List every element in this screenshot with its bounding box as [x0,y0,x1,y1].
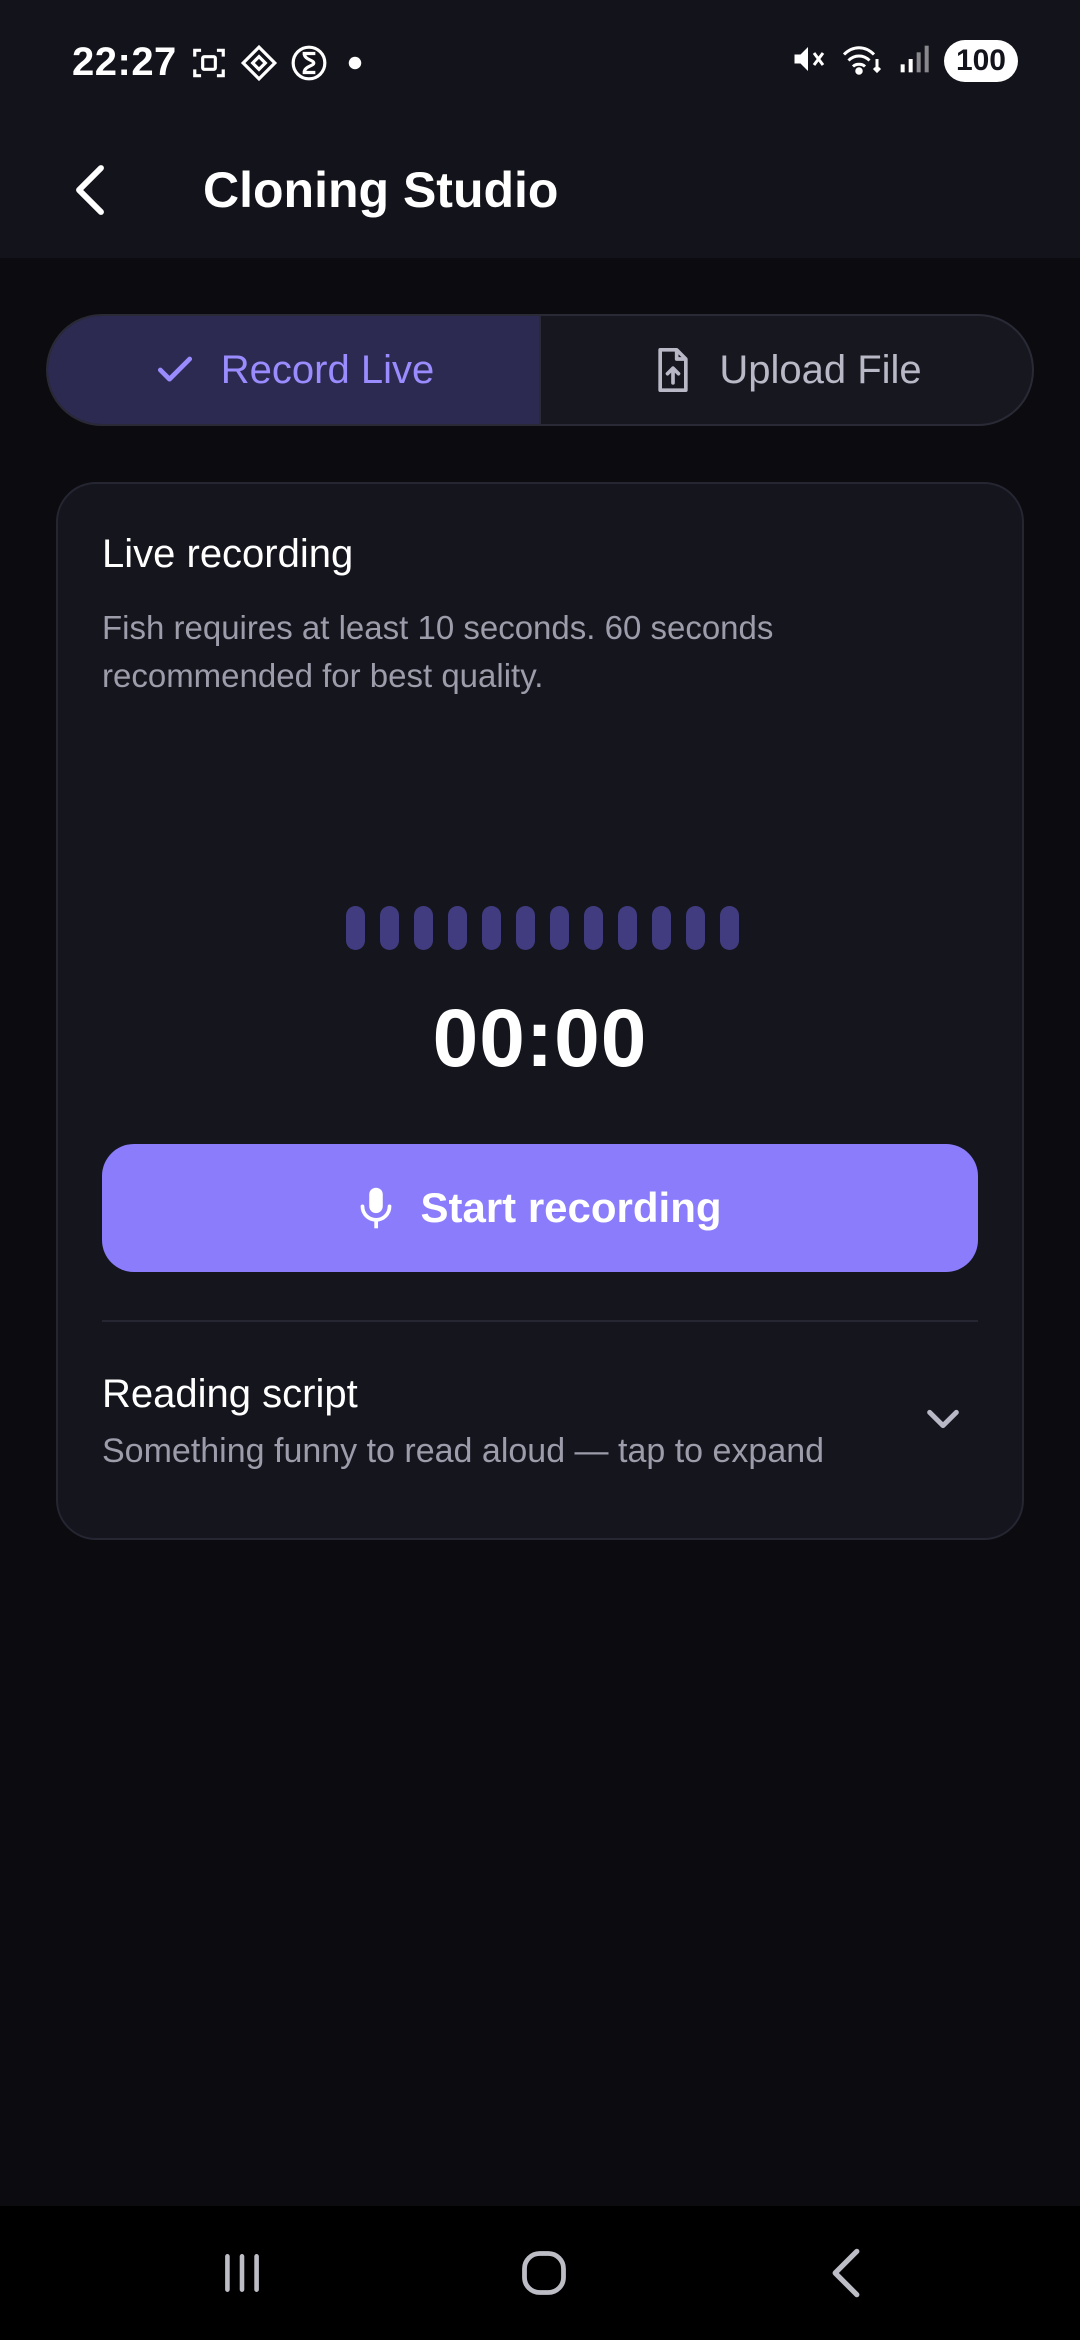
chevron-down-icon [927,1409,959,1429]
status-time: 22:27 [72,40,177,84]
start-recording-label: Start recording [420,1184,722,1231]
notification-dot-icon [340,44,370,82]
mode-tabs: Record Live Upload File [46,314,1034,426]
recent-apps-icon [225,2254,259,2292]
back-arrow-icon [76,165,104,215]
start-recording-button[interactable]: Start recording [102,1144,978,1272]
level-bar [482,906,501,950]
live-recording-card: Live recording Fish requires at least 10… [56,482,1024,1540]
reading-script-subtitle[interactable]: Something funny to read aloud — tap to e… [102,1432,824,1471]
system-back-button[interactable] [796,2230,896,2316]
level-bar [652,906,671,950]
reading-script-title[interactable]: Reading script [102,1372,358,1417]
hourglass-icon [290,44,328,82]
level-bar [414,906,433,950]
microphone-icon [361,1187,392,1229]
battery-indicator: 100 [943,40,1018,82]
level-bar [618,906,637,950]
level-bar [584,906,603,950]
tab-record-live-label: Record Live [220,347,435,392]
home-icon [522,2251,566,2295]
tab-upload-file-label: Upload File [719,347,922,392]
app-diamond-icon [240,44,278,82]
mute-icon [790,41,826,82]
tab-upload-file[interactable]: Upload File [539,316,1032,424]
status-system-icons: 100 [790,40,1018,82]
file-upload-icon [658,348,688,392]
system-back-icon [832,2248,860,2298]
level-bar [516,906,535,950]
page-title: Cloning Studio [203,162,559,218]
level-bar [720,906,739,950]
divider [102,1320,978,1322]
level-bar [686,906,705,950]
level-bar [448,906,467,950]
signal-icon [898,42,930,81]
level-bar [346,906,365,950]
tab-record-live[interactable]: Record Live [48,316,539,424]
app-header: Cloning Studio [0,128,1080,258]
home-button[interactable] [494,2230,594,2316]
back-button[interactable] [50,150,130,230]
status-bar: 22:27 100 [0,0,1080,128]
recent-apps-button[interactable] [192,2230,292,2316]
level-bar [550,906,569,950]
system-nav-bar [0,2206,1080,2340]
wifi-icon [840,41,884,82]
recording-timer: 00:00 [432,993,648,1084]
screenshot-icon [190,44,228,82]
card-description: Fish requires at least 10 seconds. 60 se… [102,609,774,694]
level-bar [380,906,399,950]
check-icon [157,356,192,382]
status-notification-icons [190,44,370,82]
audio-level-meter [346,906,739,950]
expand-script-button[interactable] [918,1394,968,1444]
card-title: Live recording [102,532,354,576]
